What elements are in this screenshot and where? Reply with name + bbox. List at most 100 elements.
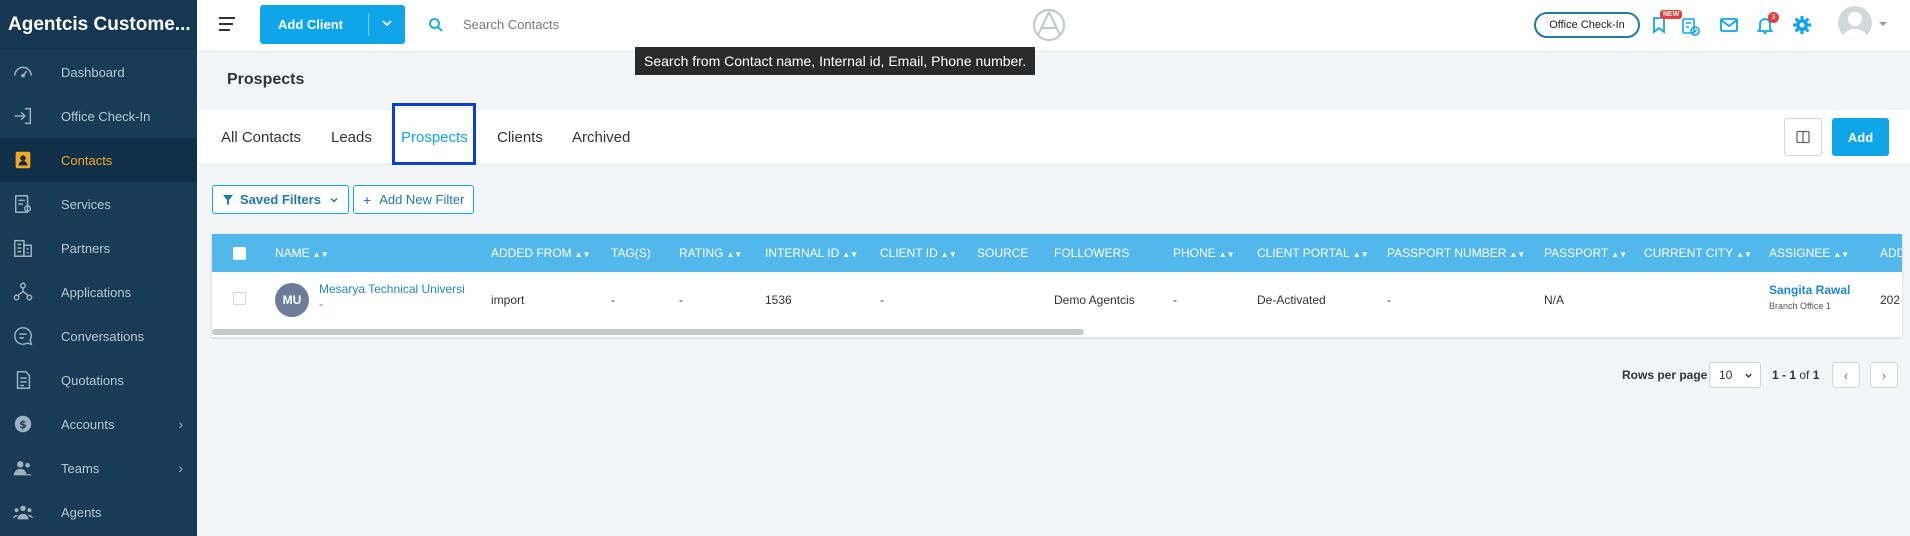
sort-icon: ▲▼ [1611,250,1628,259]
table-row[interactable]: MU Mesarya Technical Universi - import -… [212,272,1902,325]
chevron-down-icon[interactable] [1879,20,1887,28]
chat-icon [11,324,35,348]
contact-tabs: All Contacts Leads Prospects Clients Arc… [197,103,1910,165]
search-input[interactable] [463,13,783,35]
add-client-label: Add Client [278,17,343,32]
passport-number-cell: - [1387,293,1391,307]
user-avatar[interactable] [1838,6,1872,40]
sidebar-item-contacts[interactable]: Contacts [0,138,197,182]
tab-leads[interactable]: Leads [331,129,372,146]
followers-cell: Demo Agentcis [1054,293,1135,307]
column-header[interactable]: CURRENT CITY ▲▼ [1644,246,1752,260]
top-bar: Add Client Office Check-In NEW 3 [197,0,1910,52]
columns-icon [1796,130,1810,144]
contact-card-icon [11,148,35,172]
dollar-icon: $ [11,412,35,436]
contact-avatar: MU [275,283,309,317]
sort-icon: ▲▼ [1352,250,1369,259]
chevron-down-icon[interactable] [381,17,393,29]
phone-cell: - [1173,293,1177,307]
column-toggle-button[interactable] [1784,118,1822,156]
sidebar-item-label: Quotations [61,372,124,388]
search-icon[interactable] [428,17,444,33]
column-header[interactable]: INTERNAL ID ▲▼ [765,246,858,260]
rating-cell: - [679,293,683,307]
tab-all-contacts[interactable]: All Contacts [221,129,301,146]
column-header[interactable]: PASSPORT NUMBER ▲▼ [1387,246,1525,260]
of-label: of [1799,368,1810,382]
sidebar-item-label: Agents [61,504,102,520]
tab-archived[interactable]: Archived [572,129,630,146]
column-header[interactable]: ASSIGNEE ▲▼ [1769,246,1849,260]
tab-clients[interactable]: Clients [497,129,543,146]
sidebar-item-conversations[interactable]: Conversations [0,314,197,358]
app-logo-icon [1032,8,1066,42]
total-value: 1 [1812,368,1820,382]
plus-icon: + [363,191,372,208]
sidebar-item-agents[interactable]: Agents [0,490,197,534]
next-page-button[interactable]: › [1870,362,1898,388]
checklist-icon[interactable] [1681,17,1701,37]
passport-cell: N/A [1544,293,1565,307]
document-icon [11,368,35,392]
row-checkbox[interactable] [233,292,246,305]
brand-title[interactable]: Agentcis Custome... [0,0,197,50]
sidebar-item-applications[interactable]: Applications [0,270,197,314]
column-header[interactable]: CLIENT PORTAL ▲▼ [1257,246,1369,260]
column-header[interactable]: PASSPORT ▲▼ [1544,246,1627,260]
chevron-left-icon: ‹ [1843,367,1849,383]
mail-icon[interactable] [1719,15,1739,35]
internal-id-cell: 1536 [765,293,792,307]
sidebar-item-partners[interactable]: Partners [0,226,197,270]
office-checkin-button[interactable]: Office Check-In [1534,12,1640,38]
filter-icon [223,194,233,205]
saved-filters-button[interactable]: Saved Filters [212,185,349,214]
sidebar-item-accounts[interactable]: $ Accounts › [0,402,197,446]
horizontal-scrollbar[interactable] [212,329,1084,335]
gear-icon[interactable] [1792,15,1812,35]
sidebar-item-label: Applications [61,284,132,300]
sidebar-item-label: Services [61,196,111,212]
rows-per-page-select[interactable]: 10 [1709,362,1761,388]
select-all-checkbox[interactable] [233,247,246,260]
sidebar-item-dashboard[interactable]: Dashboard [0,50,197,94]
assignee-link[interactable]: Sangita Rawal [1769,283,1850,297]
hamburger-menu-icon[interactable] [219,17,237,33]
chevron-right-icon: › [178,416,183,432]
add-client-button[interactable]: Add Client [260,5,405,44]
column-header[interactable]: PHONE ▲▼ [1173,246,1235,260]
page-title: Prospects [227,71,305,88]
new-badge: NEW [1660,10,1683,19]
chevron-right-icon: › [1881,367,1887,383]
sidebar-item-label: Contacts [61,152,113,168]
sidebar-item-quotations[interactable]: Quotations [0,358,197,402]
add-new-filter-button[interactable]: + Add New Filter [353,185,475,214]
flow-icon [11,280,35,304]
contact-name-link[interactable]: Mesarya Technical Universi - [319,282,477,312]
column-header[interactable]: NAME ▲▼ [275,246,329,260]
saved-filters-label: Saved Filters [240,192,321,207]
building-icon [11,236,35,260]
chevron-down-icon [1745,373,1752,378]
rows-per-page-label: Rows per page [1622,368,1708,382]
add-button[interactable]: Add [1832,118,1889,156]
column-header: ADD [1880,246,1902,260]
services-icon [11,192,35,216]
sidebar-item-label: Partners [61,240,111,256]
sidebar: Agentcis Custome... Dashboard Office Che… [0,0,197,536]
sidebar-item-teams[interactable]: Teams › [0,446,197,490]
column-header: SOURCE [977,246,1029,260]
column-header[interactable]: RATING ▲▼ [679,246,742,260]
sort-icon: ▲▼ [1509,250,1526,259]
sidebar-item-office-checkin[interactable]: Office Check-In [0,94,197,138]
tags-cell: - [611,293,615,307]
sidebar-item-services[interactable]: Services [0,182,197,226]
prev-page-button[interactable]: ‹ [1832,362,1860,388]
column-header[interactable]: CLIENT ID ▲▼ [880,246,957,260]
column-header[interactable]: ADDED FROM ▲▼ [491,246,591,260]
sidebar-item-label: Teams [61,460,100,476]
sidebar-item-label: Office Check-In [61,108,151,124]
add-new-filter-label: Add New Filter [379,192,465,207]
sort-icon: ▲▼ [574,250,591,259]
agents-icon [11,500,35,524]
